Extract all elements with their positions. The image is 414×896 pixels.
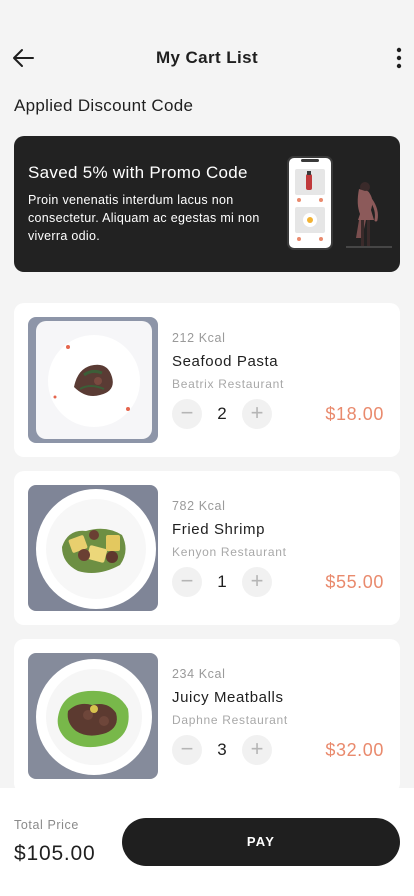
seafood-pasta-image: [28, 317, 158, 443]
total-price-label: Total Price: [14, 818, 79, 832]
more-vertical-icon[interactable]: [392, 44, 406, 72]
checkout-footer: Total Price $105.00 PAY: [0, 788, 414, 896]
item-quantity: 1: [217, 572, 227, 591]
item-kcal: 782 Kcal: [172, 499, 226, 513]
cart-item: 212 Kcal Seafood Pasta Beatrix Restauran…: [14, 303, 400, 457]
decrease-quantity-button[interactable]: −: [172, 735, 202, 765]
promo-description: Proin venenatis interdum lacus non conse…: [28, 193, 260, 244]
promo-title: Saved 5% with Promo Code: [28, 163, 248, 182]
item-kcal: 212 Kcal: [172, 331, 226, 345]
increase-quantity-button[interactable]: +: [242, 735, 272, 765]
item-restaurant: Beatrix Restaurant: [172, 377, 284, 391]
item-price: $18.00: [325, 404, 384, 424]
promo-banner[interactable]: Saved 5% with Promo Code Proin venenatis…: [14, 136, 400, 272]
cart-item: 782 Kcal Fried Shrimp Kenyon Restaurant …: [14, 471, 400, 625]
item-price: $55.00: [325, 572, 384, 592]
discount-section-label: Applied Discount Code: [14, 96, 194, 115]
item-restaurant: Kenyon Restaurant: [172, 545, 287, 559]
increase-quantity-button[interactable]: +: [242, 399, 272, 429]
item-name: Seafood Pasta: [172, 353, 279, 370]
promo-illustration: [287, 156, 392, 250]
item-name: Juicy Meatballs: [172, 689, 284, 706]
item-price: $32.00: [325, 740, 384, 760]
page-title: My Cart List: [155, 48, 259, 67]
header: My Cart List: [0, 0, 414, 90]
item-quantity: 3: [217, 740, 227, 759]
total-price-value: $105.00: [14, 842, 96, 865]
cart-item: 234 Kcal Juicy Meatballs Daphne Restaura…: [14, 639, 400, 793]
fried-shrimp-image: [28, 485, 158, 611]
pay-button[interactable]: PAY: [122, 818, 400, 866]
item-quantity: 2: [217, 404, 227, 423]
item-name: Fried Shrimp: [172, 521, 266, 538]
decrease-quantity-button[interactable]: −: [172, 399, 202, 429]
item-restaurant: Daphne Restaurant: [172, 713, 288, 727]
increase-quantity-button[interactable]: +: [242, 567, 272, 597]
item-kcal: 234 Kcal: [172, 667, 226, 681]
juicy-meatballs-image: [28, 653, 158, 779]
decrease-quantity-button[interactable]: −: [172, 567, 202, 597]
